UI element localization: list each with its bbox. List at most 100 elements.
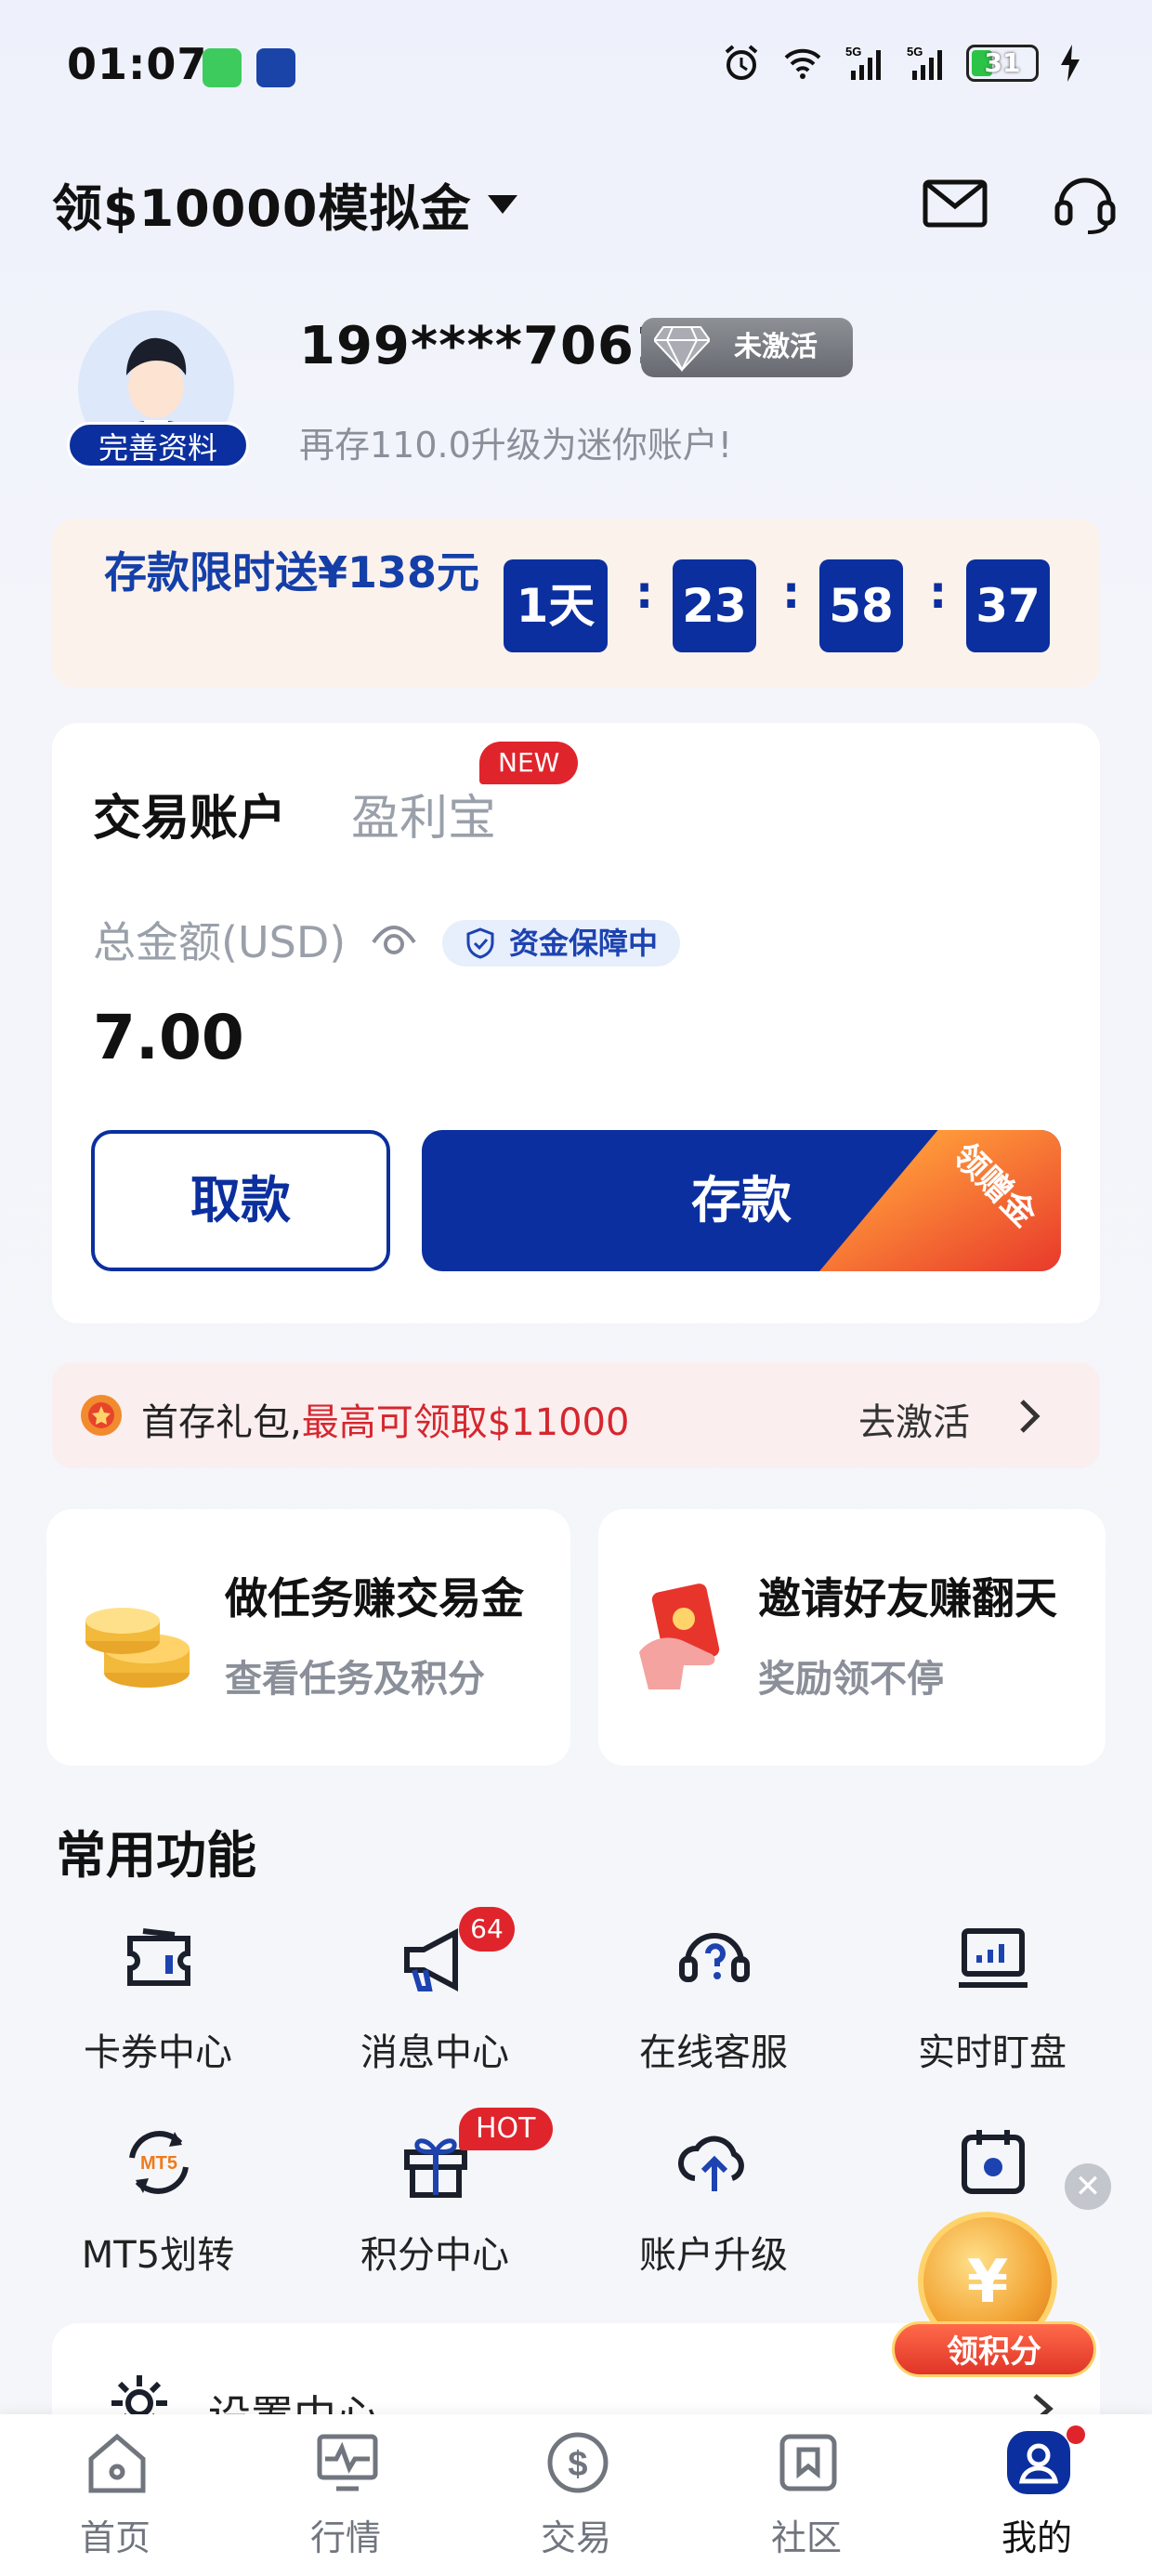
hot-badge: HOT — [459, 2108, 553, 2150]
close-icon[interactable]: ✕ — [1065, 2163, 1111, 2210]
chevron-right-icon — [1020, 1400, 1041, 1433]
tab-profit-treasure[interactable]: 盈利宝 — [351, 779, 496, 848]
deposit-promo-banner[interactable]: 存款限时送¥138元 1天 : 23 : 58 : 37 — [52, 519, 1100, 688]
countdown-separator: : — [929, 567, 948, 619]
battery-icon: 31 — [966, 45, 1039, 82]
points-float-widget[interactable]: ¥ 领积分 ✕ — [883, 2156, 1115, 2388]
fn-label: 消息中心 — [360, 2031, 509, 2074]
shield-icon — [466, 927, 494, 959]
activate-link[interactable]: 去激活 — [858, 1392, 970, 1446]
fn-label: MT5划转 — [81, 2234, 235, 2277]
mt5-transfer[interactable]: MT5 MT5划转 — [19, 2121, 297, 2288]
svg-text:MT5: MT5 — [140, 2153, 177, 2174]
account-upgrade[interactable]: 账户升级 — [574, 2121, 853, 2288]
gift-text: 首存礼包,最高可领取$11000 — [141, 1392, 629, 1446]
net-label-1: 5G — [845, 45, 861, 59]
account-number: 199****7061 — [299, 316, 672, 376]
activation-status-text: 未激活 — [734, 331, 818, 363]
support-icon — [679, 1933, 750, 1982]
unread-count-badge: 64 — [459, 1907, 515, 1952]
signal-icon-1: 5G — [845, 45, 881, 80]
bottom-tab-bar: 首页 行情 $ 交易 社区 我的 — [0, 2414, 1152, 2576]
task-title: 邀请好友赚翻天 — [758, 1573, 1057, 1623]
news-app-icon — [256, 48, 295, 87]
message-center[interactable]: 64 消息中心 — [295, 1907, 574, 2085]
total-amount-value: 7.00 — [93, 1002, 244, 1073]
first-deposit-gift-banner[interactable]: 首存礼包,最高可领取$11000 去激活 — [52, 1362, 1100, 1468]
common-functions-title: 常用功能 — [56, 1826, 256, 1885]
svg-text:$: $ — [568, 2445, 587, 2484]
cloud-upload-icon — [678, 2136, 744, 2191]
message-app-icon — [203, 48, 242, 87]
headset-icon[interactable] — [1050, 167, 1120, 238]
profile-avatar[interactable]: 完善资料 — [67, 310, 253, 468]
online-support[interactable]: 在线客服 — [574, 1918, 853, 2085]
profile-icon — [1007, 2431, 1070, 2494]
countdown-separator: : — [635, 567, 654, 619]
upgrade-hint: 再存110.0升级为迷你账户! — [299, 425, 733, 466]
tab-label: 首页 — [79, 2517, 151, 2558]
header-title: 领$10000模拟金 — [52, 179, 472, 238]
visibility-toggle-icon[interactable] — [370, 918, 418, 959]
withdraw-button[interactable]: 取款 — [91, 1130, 390, 1271]
fn-label: 卡券中心 — [84, 2031, 232, 2074]
tab-trading-account[interactable]: 交易账户 — [93, 779, 286, 848]
deposit-label: 存款 — [691, 1171, 792, 1229]
community-icon — [779, 2434, 837, 2491]
countdown-seconds: 37 — [966, 559, 1050, 652]
countdown-minutes: 58 — [819, 559, 903, 652]
fn-label: 积分中心 — [360, 2234, 509, 2277]
red-envelope-icon — [639, 1584, 720, 1689]
signal-icon-2: 5G — [907, 45, 942, 80]
medal-icon — [81, 1395, 122, 1436]
battery-level: 31 — [984, 47, 1021, 78]
wifi-icon — [784, 48, 821, 79]
complete-profile-badge[interactable]: 完善资料 — [67, 422, 249, 468]
deposit-button[interactable]: 存款 领赠金 — [422, 1130, 1061, 1271]
fund-protection-text: 资金保障中 — [509, 926, 659, 961]
tab-label: 交易 — [540, 2517, 611, 2558]
tab-label: 社区 — [770, 2517, 842, 2558]
alarm-icon — [725, 45, 758, 80]
countdown-hours: 23 — [673, 559, 756, 652]
coupon-center[interactable]: 卡券中心 — [19, 1918, 297, 2085]
tab-home[interactable]: 首页 — [41, 2427, 190, 2567]
countdown-days: 1天 — [504, 559, 608, 652]
monitor-chart-icon — [959, 1928, 1028, 1988]
countdown-separator: : — [782, 567, 801, 619]
earn-tasks-card[interactable]: 做任务赚交易金 查看任务及积分 — [46, 1509, 570, 1766]
diamond-icon — [654, 326, 710, 372]
total-amount-label: 总金额(USD) — [93, 917, 347, 967]
tab-community[interactable]: 社区 — [732, 2427, 881, 2567]
charging-icon — [1061, 45, 1080, 82]
mail-icon[interactable] — [920, 167, 990, 238]
claim-points-label: 领积分 — [892, 2321, 1096, 2377]
points-center[interactable]: HOT 积分中心 — [295, 2108, 574, 2288]
tab-market[interactable]: 行情 — [271, 2427, 420, 2567]
gold-coins-icon — [85, 1608, 190, 1688]
simulation-fund-selector[interactable]: 领$10000模拟金 — [52, 167, 518, 241]
tab-trade[interactable]: $ 交易 — [502, 2427, 650, 2567]
home-icon — [88, 2433, 146, 2493]
task-title: 做任务赚交易金 — [225, 1573, 524, 1623]
account-card: 交易账户 盈利宝 NEW 总金额(USD) 资金保障中 7.00 取款 存款 领… — [52, 723, 1100, 1323]
fn-label: 实时盯盘 — [918, 2031, 1067, 2074]
dollar-coin-icon: $ — [547, 2432, 609, 2493]
net-label-2: 5G — [907, 45, 923, 59]
fn-label: 账户升级 — [639, 2234, 788, 2277]
mt5-transfer-icon: MT5 — [129, 2131, 189, 2194]
tab-mine[interactable]: 我的 — [962, 2425, 1111, 2567]
activation-status-badge: 未激活 — [641, 318, 853, 377]
invite-friends-card[interactable]: 邀请好友赚翻天 奖励领不停 — [598, 1509, 1106, 1766]
market-chart-icon — [317, 2434, 378, 2491]
caret-down-icon — [488, 194, 518, 214]
gift-label: 首存礼包, — [141, 1401, 302, 1444]
fund-protection-badge: 资金保障中 — [442, 920, 681, 966]
tab-label: 行情 — [309, 2517, 381, 2558]
gift-highlight: 最高可领取$11000 — [301, 1401, 630, 1444]
notification-dot — [1067, 2425, 1085, 2444]
task-subtitle: 查看任务及积分 — [225, 1658, 485, 1701]
status-bar: 01:07 5G 5G 31 — [0, 0, 1152, 139]
realtime-monitor[interactable]: 实时盯盘 — [853, 1918, 1132, 2085]
tab-label: 我的 — [1001, 2517, 1072, 2558]
